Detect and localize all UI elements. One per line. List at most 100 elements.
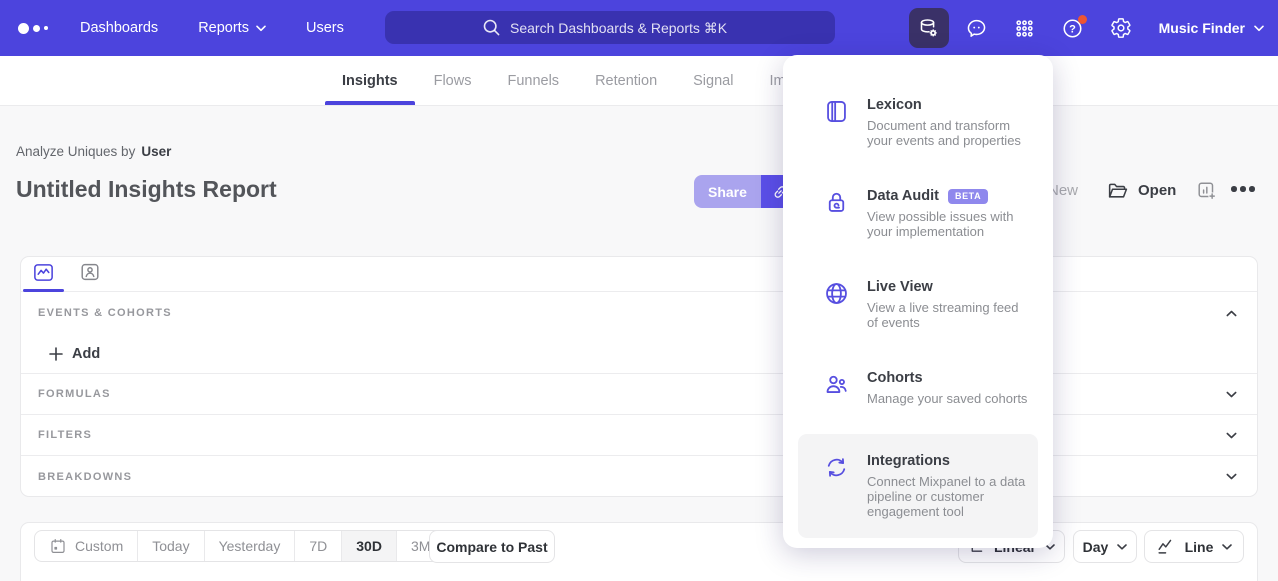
page-title[interactable]: Untitled Insights Report: [16, 176, 277, 203]
menu-item-description: Connect Mixpanel to a data pipeline or c…: [867, 474, 1030, 519]
chart-type-label: Line: [1185, 539, 1214, 555]
nav-users-label: Users: [306, 20, 344, 36]
topbar-actions: ? Music Finder: [909, 0, 1264, 56]
menu-item-description: View possible issues with your implement…: [867, 209, 1030, 239]
query-builder-card: EVENTS & COHORTS Add FORMULAS FILTERS BR…: [20, 256, 1258, 497]
menu-item-description: View a live streaming feed of events: [867, 300, 1030, 330]
globe-icon: [823, 280, 850, 330]
range-yesterday[interactable]: Yesterday: [204, 531, 295, 561]
section-breakdowns[interactable]: BREAKDOWNS: [21, 455, 1257, 497]
global-search[interactable]: [385, 11, 835, 44]
nav-reports[interactable]: Reports: [198, 20, 266, 36]
chevron-down-icon: [1222, 544, 1232, 550]
nav-users[interactable]: Users: [306, 20, 344, 36]
menu-item-description: Manage your saved cohorts: [867, 391, 1027, 406]
range-custom[interactable]: Custom: [35, 531, 137, 561]
menu-item-title: Integrations: [867, 453, 1030, 469]
menu-item-data-audit[interactable]: Data AuditBETA View possible issues with…: [798, 176, 1038, 251]
search-icon: [482, 18, 501, 37]
apps-grid-button[interactable]: [1005, 8, 1045, 48]
report-tabs: Insights Flows Funnels Retention Signal …: [325, 56, 805, 105]
cohorts-people-icon: [823, 371, 850, 406]
menu-item-cohorts[interactable]: Cohorts Manage your saved cohorts: [798, 358, 1038, 418]
line-chart-tab-icon: [32, 261, 55, 284]
top-nav: Dashboards Reports Users: [80, 20, 344, 36]
compare-to-past-button[interactable]: Compare to Past: [429, 530, 555, 563]
svg-text:?: ?: [1069, 23, 1076, 35]
menu-item-lexicon[interactable]: Lexicon Document and transform your even…: [798, 85, 1038, 160]
plus-icon: [49, 347, 63, 361]
add-event-button[interactable]: Add: [21, 334, 1257, 373]
settings-button[interactable]: [1101, 8, 1141, 48]
active-tab-underline: [23, 289, 64, 292]
menu-item-title: Cohorts: [867, 370, 1027, 386]
chevron-down-icon: [1117, 544, 1127, 550]
data-management-menu: Lexicon Document and transform your even…: [783, 55, 1053, 548]
notification-dot: [1078, 15, 1087, 24]
help-button[interactable]: ?: [1053, 8, 1093, 48]
range-today[interactable]: Today: [137, 531, 203, 561]
chevron-down-icon[interactable]: [1226, 432, 1237, 439]
app-window: Dashboards Reports Users ?: [0, 0, 1278, 581]
chevron-down-icon[interactable]: [1226, 473, 1237, 480]
data-management-button[interactable]: [909, 8, 949, 48]
profiles-view-tab[interactable]: [79, 261, 101, 283]
section-label: EVENTS & COHORTS: [38, 307, 172, 319]
chevron-up-icon[interactable]: [1226, 310, 1237, 317]
ellipsis-icon: [1231, 186, 1237, 192]
speech-bubble-icon: [965, 17, 988, 40]
share-button[interactable]: Share: [694, 175, 761, 208]
events-view-tab[interactable]: [32, 261, 55, 284]
range-7d[interactable]: 7D: [294, 531, 341, 561]
top-nav-bar: Dashboards Reports Users ?: [0, 0, 1278, 56]
breadcrumb: Analyze Uniques byUser: [16, 144, 171, 159]
tab-funnels[interactable]: Funnels: [490, 56, 576, 105]
query-view-tabs: [21, 257, 1257, 292]
report-tab-bar: Insights Flows Funnels Retention Signal …: [0, 56, 1278, 106]
calendar-icon: [49, 537, 67, 555]
menu-item-integrations[interactable]: Integrations Connect Mixpanel to a data …: [798, 434, 1038, 538]
nav-reports-label: Reports: [198, 20, 249, 36]
gear-icon: [1110, 17, 1132, 39]
section-label: BREAKDOWNS: [38, 471, 132, 483]
menu-item-title: Lexicon: [867, 97, 1030, 113]
section-label: FORMULAS: [38, 388, 111, 400]
chevron-down-icon: [256, 25, 266, 32]
nav-dashboards[interactable]: Dashboards: [80, 20, 158, 36]
feedback-button[interactable]: [957, 8, 997, 48]
range-30d[interactable]: 30D: [341, 531, 396, 561]
user-tab-icon: [79, 261, 101, 283]
folder-icon: [1106, 179, 1129, 202]
mixpanel-logo[interactable]: [18, 23, 62, 34]
tab-flows[interactable]: Flows: [417, 56, 489, 105]
open-label: Open: [1138, 182, 1176, 199]
section-formulas[interactable]: FORMULAS: [21, 373, 1257, 414]
tab-signal[interactable]: Signal: [676, 56, 750, 105]
section-label: FILTERS: [38, 429, 92, 441]
more-options-button[interactable]: [1231, 186, 1255, 192]
tab-insights[interactable]: Insights: [325, 56, 415, 105]
chart-type-select[interactable]: Line: [1144, 530, 1244, 563]
lexicon-book-icon: [823, 98, 850, 148]
menu-item-live-view[interactable]: Live View View a live streaming feed of …: [798, 267, 1038, 342]
analyze-entity[interactable]: User: [141, 144, 171, 159]
chart-toolbar-card: Custom Today Yesterday 7D 30D 3M 6M 12M …: [20, 522, 1258, 581]
section-events-cohorts[interactable]: EVENTS & COHORTS: [21, 292, 1257, 334]
section-filters[interactable]: FILTERS: [21, 414, 1257, 455]
search-input[interactable]: [510, 20, 738, 36]
project-switcher[interactable]: Music Finder: [1159, 20, 1264, 36]
data-audit-lock-icon: [823, 189, 850, 239]
tab-retention[interactable]: Retention: [578, 56, 674, 105]
open-button[interactable]: Open: [1106, 179, 1176, 202]
line-chart-icon: [1156, 537, 1176, 557]
project-name: Music Finder: [1159, 20, 1245, 36]
add-label: Add: [72, 346, 100, 362]
nav-dashboards-label: Dashboards: [80, 20, 158, 36]
granularity-select[interactable]: Day: [1073, 530, 1137, 563]
chevron-down-icon[interactable]: [1226, 391, 1237, 398]
menu-item-title: Live View: [867, 279, 1030, 295]
add-to-board-button[interactable]: [1196, 180, 1218, 202]
database-gear-icon: [917, 17, 940, 40]
board-add-icon: [1196, 180, 1218, 202]
granularity-label: Day: [1083, 539, 1109, 555]
